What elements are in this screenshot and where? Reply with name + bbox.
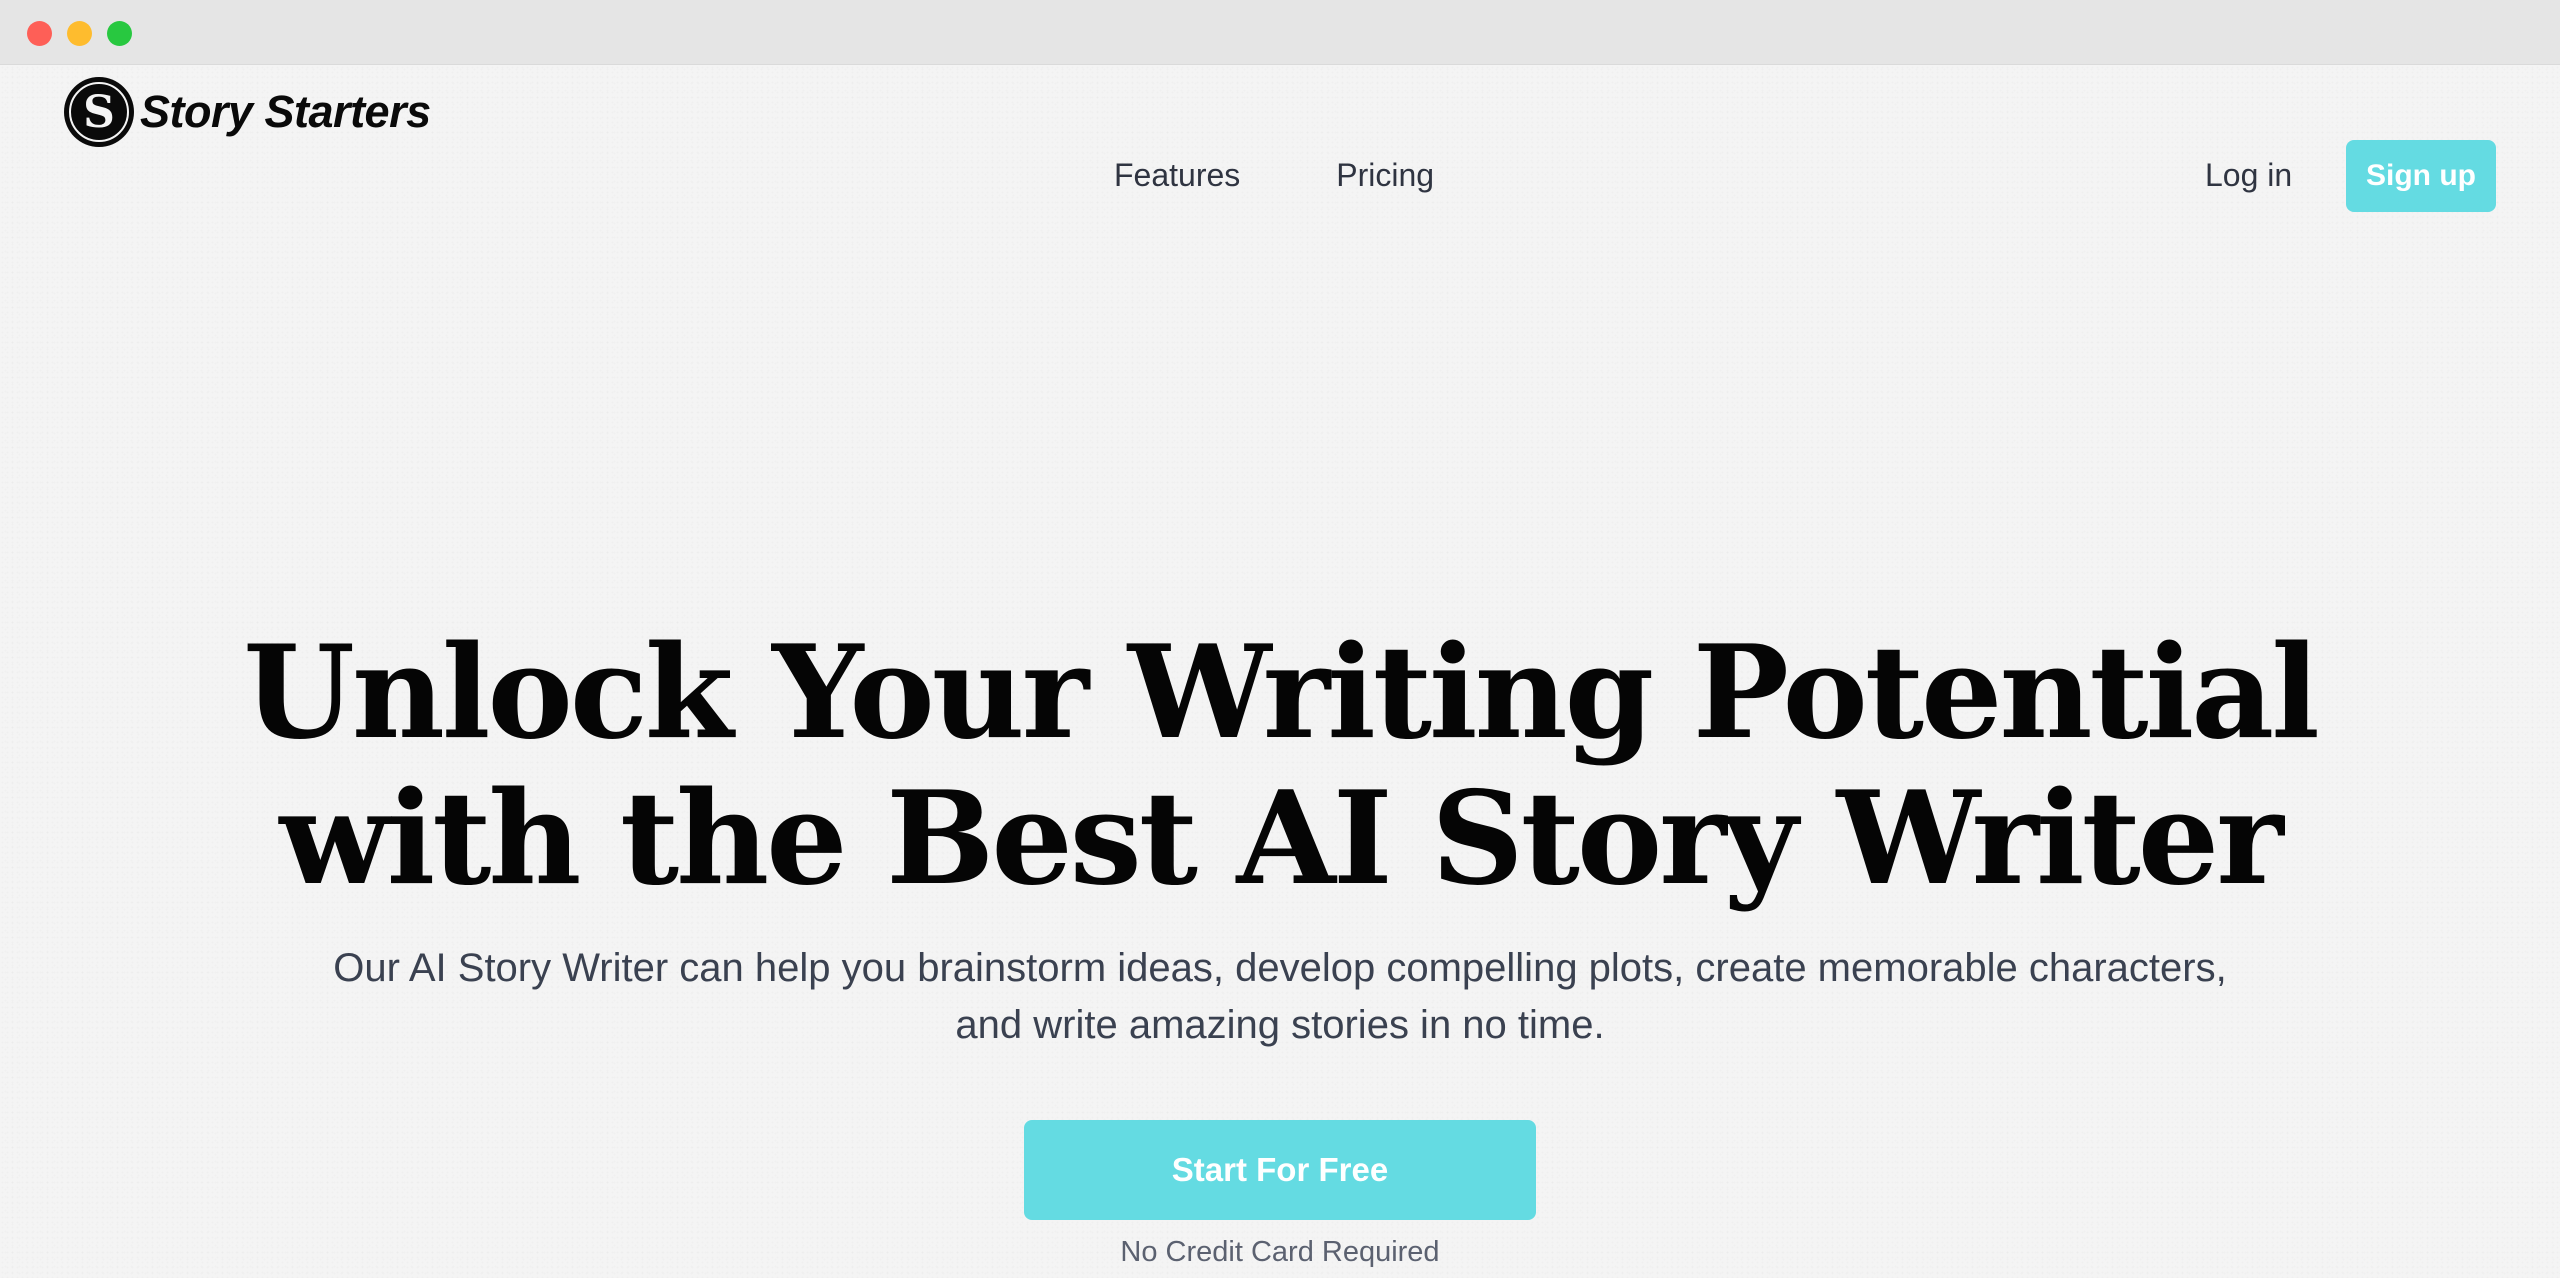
brand-name: Story Starters xyxy=(140,86,431,137)
brand-home-link[interactable]: S Story Starters xyxy=(64,76,431,148)
hero-subtitle-line-1: Our AI Story Writer can help you brainst… xyxy=(333,946,2227,990)
zoom-window-button[interactable] xyxy=(107,21,132,46)
minimize-window-button[interactable] xyxy=(67,21,92,46)
nav-link-pricing[interactable]: Pricing xyxy=(1336,150,1434,200)
main-navigation: Features Pricing xyxy=(1114,150,1434,200)
window-titlebar xyxy=(0,0,2560,65)
hero-title-line-1: Unlock Your Writing Potential xyxy=(243,618,2320,768)
nav-link-features[interactable]: Features xyxy=(1114,150,1240,200)
start-for-free-button[interactable]: Start For Free xyxy=(1024,1120,1536,1220)
hero-title-line-2: with the Best AI Story Writer xyxy=(279,764,2283,914)
no-credit-card-note: No Credit Card Required xyxy=(1120,1236,1440,1268)
login-link[interactable]: Log in xyxy=(2205,150,2292,200)
close-window-button[interactable] xyxy=(27,21,52,46)
browser-window: S Story Starters Features Pricing Log in… xyxy=(0,0,2560,1278)
logo-letter: S xyxy=(83,86,115,138)
hero-title: Unlock Your Writing Potential with the B… xyxy=(0,620,2560,912)
s-monogram-icon: S xyxy=(64,77,134,147)
hero-subtitle-line-2: and write amazing stories in no time. xyxy=(955,1003,1605,1047)
hero-subtitle: Our AI Story Writer can help you brainst… xyxy=(250,940,2310,1054)
signup-button[interactable]: Sign up xyxy=(2346,140,2496,212)
